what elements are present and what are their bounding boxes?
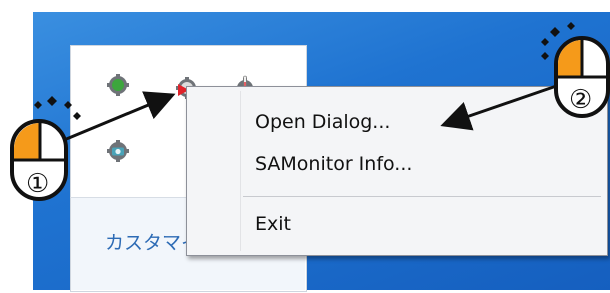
step2-arrow xyxy=(440,80,569,131)
step2-label: ② xyxy=(569,85,592,115)
sparkle-icon xyxy=(34,96,81,120)
step1-arrow xyxy=(63,91,176,142)
annotation-overlay: ① ② xyxy=(10,22,610,201)
step1-label: ① xyxy=(26,169,49,199)
